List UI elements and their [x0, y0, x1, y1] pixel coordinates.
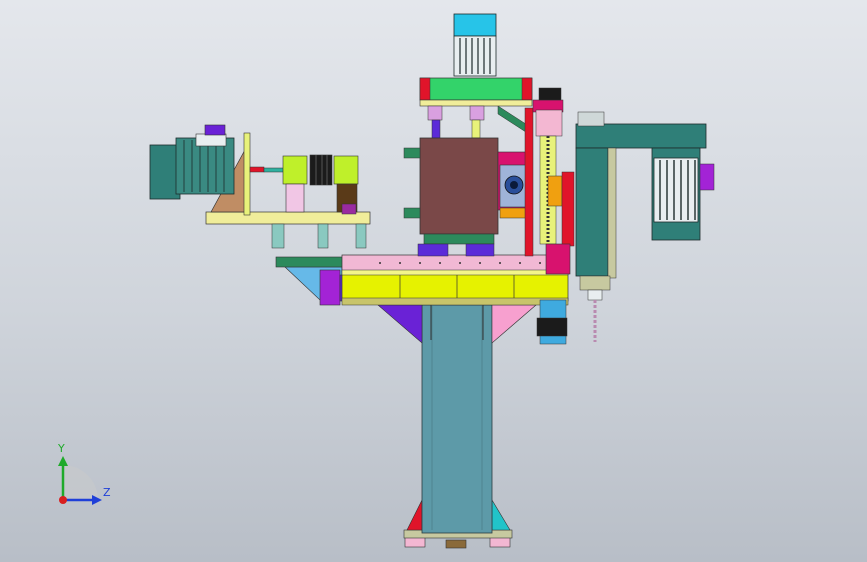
x-axis-dot [59, 496, 67, 504]
left-motor [149, 124, 287, 200]
machine-assembly-model[interactable]: Y Z [0, 0, 867, 562]
main-table [341, 254, 569, 306]
indexing-head [497, 151, 529, 219]
triad-z-label: Z [103, 486, 111, 499]
top-head-plate [419, 77, 533, 139]
drill-body [403, 137, 499, 257]
column-gusset-left [377, 304, 423, 344]
right-motor [651, 147, 715, 241]
column-gusset-right [491, 304, 537, 344]
triad-y-label: Y [57, 442, 65, 455]
top-motor [453, 13, 497, 77]
coordinate-triad[interactable]: Y Z [57, 442, 111, 505]
belt-pulleys [282, 154, 359, 215]
main-column [421, 304, 493, 534]
cad-3d-viewport[interactable]: Y Z [0, 0, 867, 562]
